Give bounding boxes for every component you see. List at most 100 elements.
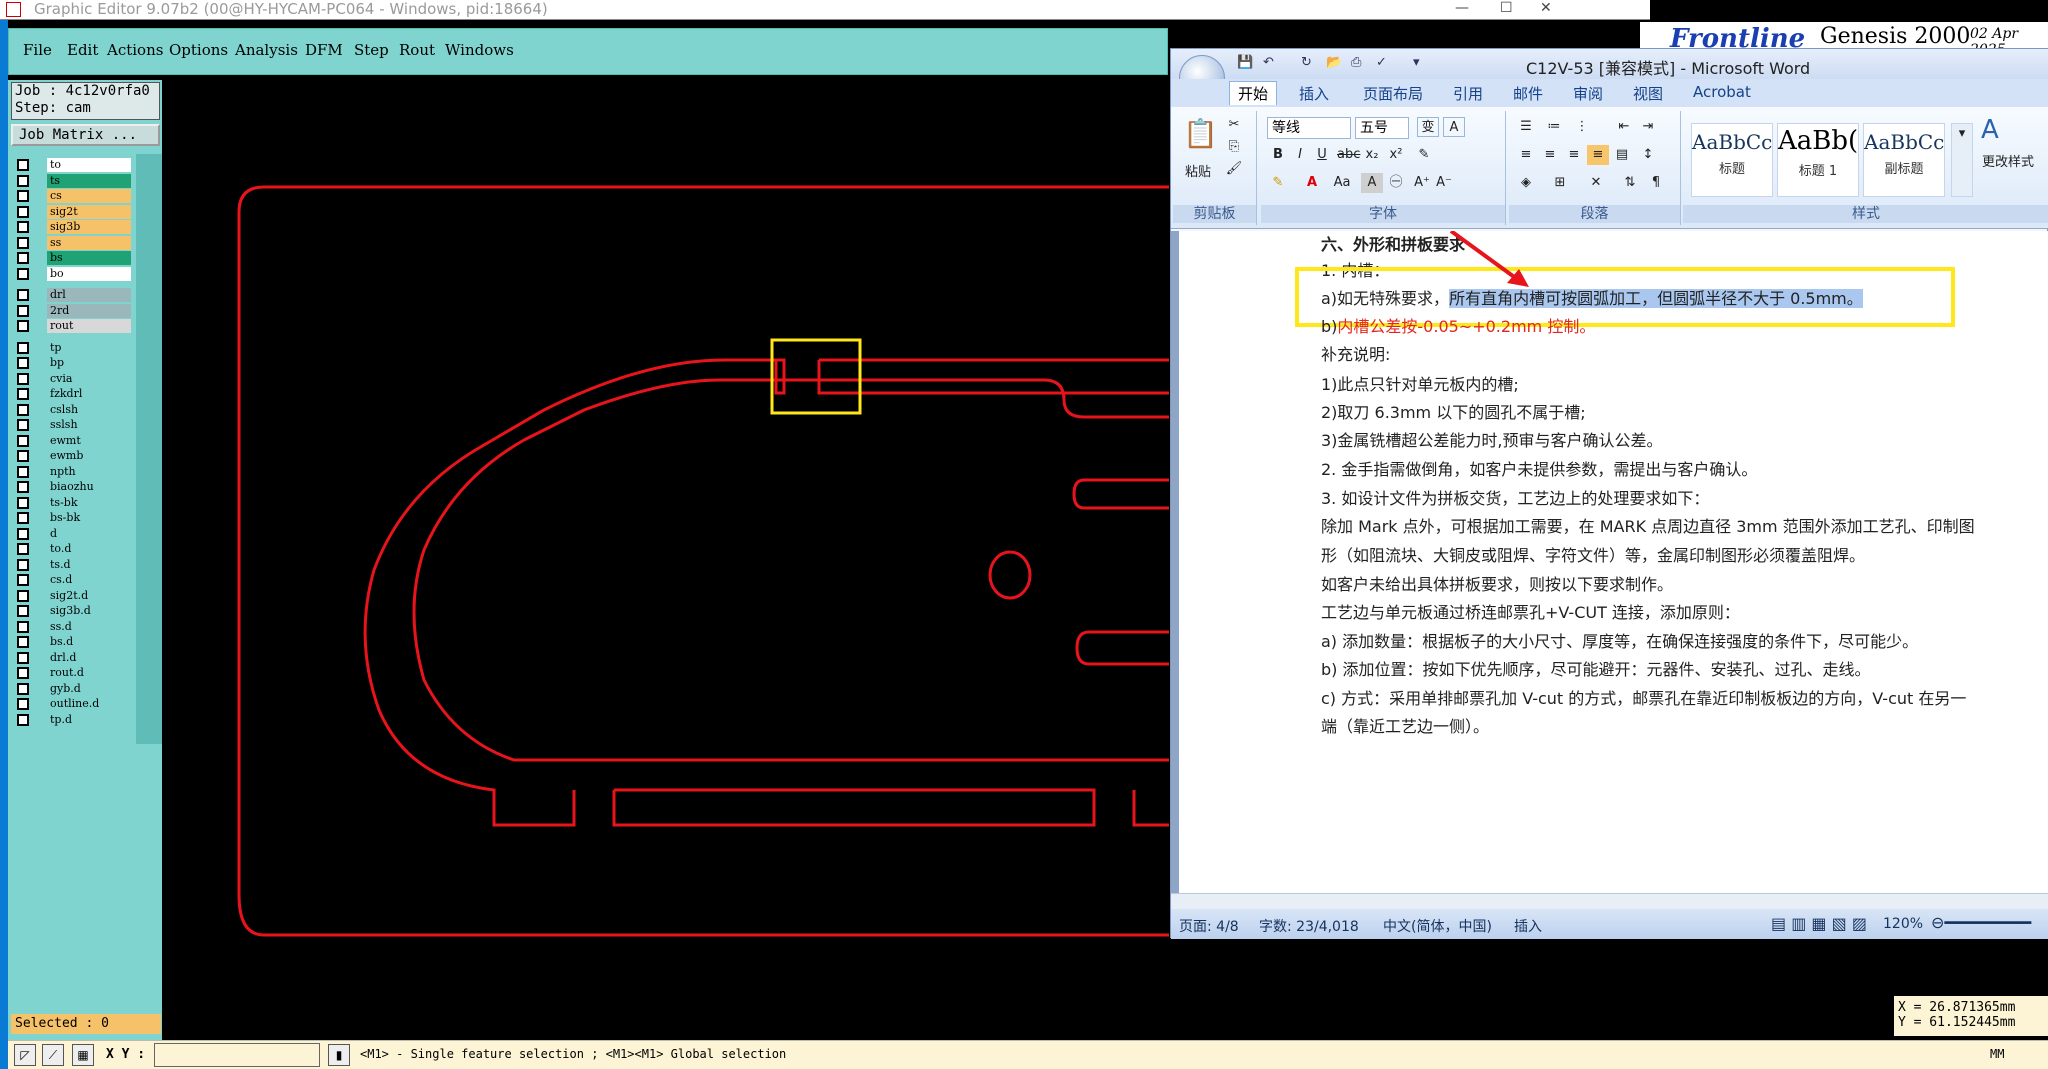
layer-row[interactable]: rout: [11, 319, 133, 333]
tab-references[interactable]: 引用: [1453, 83, 1483, 104]
layer-row[interactable]: outline.d: [11, 697, 133, 711]
xy-input[interactable]: [154, 1043, 320, 1067]
line-spacing-icon[interactable]: ↕: [1637, 145, 1659, 165]
layer-name[interactable]: sig3b.d: [47, 604, 131, 618]
layer-checkbox[interactable]: [17, 512, 29, 524]
char-border-icon[interactable]: A: [1443, 117, 1465, 137]
chinese-layout-icon[interactable]: ✕: [1585, 173, 1607, 193]
layer-name[interactable]: ewmt: [47, 433, 131, 448]
layer-checkbox[interactable]: [17, 419, 29, 431]
close-icon[interactable]: ✕: [1540, 0, 1552, 16]
layer-name[interactable]: ts-bk: [47, 495, 131, 510]
menu-options[interactable]: Options: [169, 41, 228, 59]
tab-mailings[interactable]: 邮件: [1513, 83, 1543, 104]
bold-icon[interactable]: B: [1267, 145, 1289, 165]
document-page[interactable]: 六、外形和拼板要求 1. 内槽： a)如无特殊要求，所有直角内槽可按圆弧加工，但…: [1179, 231, 2048, 893]
layer-name[interactable]: sig2t: [47, 204, 131, 219]
redo-icon[interactable]: ↻: [1301, 55, 1312, 70]
menu-windows[interactable]: Windows: [445, 41, 514, 59]
paste-icon[interactable]: 📋: [1183, 117, 1218, 150]
layer-checkbox[interactable]: [17, 403, 29, 416]
layer-checkbox[interactable]: [17, 589, 29, 602]
layer-checkbox[interactable]: [17, 252, 29, 264]
layer-name[interactable]: cvia: [47, 371, 131, 386]
layer-checkbox[interactable]: [17, 289, 29, 301]
layer-row[interactable]: bs.d: [11, 635, 133, 649]
layer-name[interactable]: biaozhu: [47, 480, 131, 494]
save-icon[interactable]: 💾: [1237, 55, 1253, 70]
subscript-icon[interactable]: x₂: [1361, 145, 1383, 165]
layer-row[interactable]: ts: [11, 173, 133, 188]
style-title[interactable]: AaBbCc 标题: [1691, 123, 1773, 197]
layer-checkbox[interactable]: [17, 372, 29, 385]
layer-row[interactable]: d: [11, 526, 133, 541]
layer-name[interactable]: d: [47, 526, 131, 541]
layer-row[interactable]: bs: [11, 251, 133, 265]
copy-icon[interactable]: ⎘: [1223, 137, 1245, 157]
layer-checkbox[interactable]: [17, 320, 29, 332]
layer-name[interactable]: fzkdrl: [47, 387, 131, 401]
layer-name[interactable]: ts: [47, 173, 131, 188]
decrease-indent-icon[interactable]: ⇤: [1613, 117, 1635, 137]
font-name-select[interactable]: 等线: [1267, 117, 1351, 139]
layer-checkbox[interactable]: [17, 496, 29, 509]
layer-name[interactable]: sig2t.d: [47, 588, 131, 603]
measure-tool-icon[interactable]: ⟋: [42, 1044, 64, 1066]
layer-row[interactable]: to.d: [11, 542, 133, 556]
layer-scrollbar[interactable]: [136, 154, 162, 744]
layer-row[interactable]: ewmt: [11, 433, 133, 448]
layer-row[interactable]: sig2t: [11, 204, 133, 219]
layer-name[interactable]: rout: [47, 319, 131, 333]
layer-name[interactable]: cs: [47, 189, 131, 203]
sort-icon[interactable]: ⇅: [1619, 173, 1641, 193]
layer-row[interactable]: sslsh: [11, 418, 133, 432]
layer-row[interactable]: fzkdrl: [11, 387, 133, 401]
style-heading-1[interactable]: AaBb( 标题 1: [1777, 123, 1859, 197]
layer-row[interactable]: to: [11, 158, 133, 172]
format-painter-icon[interactable]: 🖌: [1223, 159, 1245, 179]
show-marks-icon[interactable]: ¶: [1645, 173, 1667, 193]
layer-row[interactable]: npth: [11, 464, 133, 479]
layer-row[interactable]: sig3b: [11, 220, 133, 234]
layer-checkbox[interactable]: [17, 620, 29, 633]
layer-name[interactable]: bs-bk: [47, 511, 131, 525]
view-mode-icons[interactable]: ▤ ▥ ▦ ▧ ▨: [1771, 914, 1867, 933]
layer-row[interactable]: cvia: [11, 371, 133, 386]
grid-tool-icon[interactable]: ▦: [72, 1044, 94, 1066]
underline-icon[interactable]: U: [1311, 145, 1333, 165]
layer-checkbox[interactable]: [17, 465, 29, 478]
strikethrough-icon[interactable]: abc: [1337, 145, 1360, 165]
graphic-canvas[interactable]: [164, 80, 1169, 1040]
layer-name[interactable]: to: [47, 158, 131, 172]
menu-edit[interactable]: Edit: [67, 41, 98, 59]
layer-row[interactable]: cs.d: [11, 573, 133, 587]
tab-page-layout[interactable]: 页面布局: [1363, 83, 1423, 104]
paste-label[interactable]: 粘贴: [1185, 161, 1211, 180]
layer-checkbox[interactable]: [17, 304, 29, 317]
layer-checkbox[interactable]: [17, 205, 29, 218]
layer-row[interactable]: gyb.d: [11, 681, 133, 696]
menu-rout[interactable]: Rout: [399, 41, 435, 59]
layer-name[interactable]: cslsh: [47, 402, 131, 417]
layer-name[interactable]: gyb.d: [47, 681, 131, 696]
layer-name[interactable]: drl: [47, 288, 131, 302]
layer-checkbox[interactable]: [17, 357, 29, 369]
layer-row[interactable]: sig3b.d: [11, 604, 133, 618]
layer-name[interactable]: rout.d: [47, 666, 131, 680]
layer-checkbox[interactable]: [17, 388, 29, 400]
menu-file[interactable]: File: [23, 41, 52, 59]
job-matrix-button[interactable]: Job Matrix ...: [11, 124, 160, 146]
layer-name[interactable]: ts.d: [47, 557, 131, 572]
shrink-font-icon[interactable]: A⁻: [1433, 173, 1455, 193]
change-styles-icon[interactable]: A: [1981, 115, 1999, 145]
layer-row[interactable]: cslsh: [11, 402, 133, 417]
select-tool-icon[interactable]: ◸: [14, 1044, 36, 1066]
spellcheck-icon[interactable]: ✓: [1376, 55, 1387, 70]
align-right-icon[interactable]: ≡: [1563, 145, 1585, 165]
layer-row[interactable]: tp.d: [11, 712, 133, 727]
borders-icon[interactable]: ⊞: [1549, 173, 1571, 193]
layer-checkbox[interactable]: [17, 698, 29, 710]
layer-row[interactable]: sig2t.d: [11, 588, 133, 603]
layer-checkbox[interactable]: [17, 221, 29, 233]
shading-icon[interactable]: ◈: [1515, 173, 1537, 193]
